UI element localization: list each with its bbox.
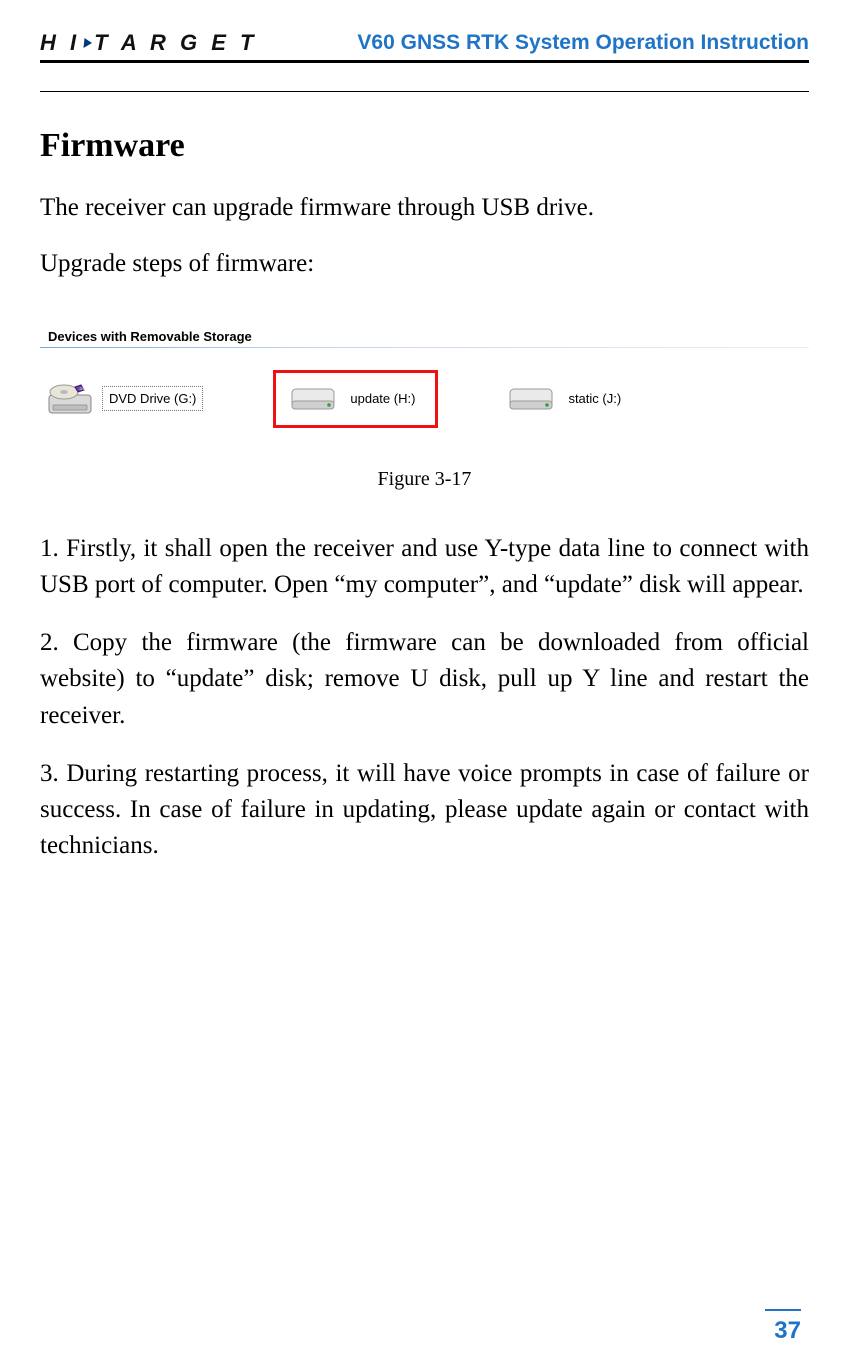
brand-logo: H I T A R G E T: [40, 30, 258, 56]
horizontal-rule: [40, 91, 809, 92]
device-update-drive: update (H:): [273, 370, 438, 428]
intro-paragraph-2: Upgrade steps of firmware:: [40, 247, 809, 281]
step-2: 2. Copy the firmware (the firmware can b…: [40, 625, 809, 734]
devices-group-header-text: Devices with Removable Storage: [48, 329, 252, 344]
logo-text-part2: T A R G E T: [94, 30, 257, 56]
dvd-drive-icon: DVD: [46, 379, 94, 419]
page-header: H I T A R G E T V60 GNSS RTK System Oper…: [40, 30, 809, 63]
step-3: 3. During restarting process, it will ha…: [40, 756, 809, 865]
step-1: 1. Firstly, it shall open the receiver a…: [40, 531, 809, 604]
figure-devices: Devices with Removable Storage DVD DVD D…: [40, 321, 809, 491]
devices-group-header: Devices with Removable Storage: [40, 321, 809, 348]
device-dvd-label: DVD Drive (G:): [102, 386, 203, 411]
document-title: V60 GNSS RTK System Operation Instructio…: [357, 31, 809, 55]
logo-text-part1: H I: [40, 30, 80, 56]
device-update-label: update (H:): [344, 387, 421, 410]
device-static-label: static (J:): [562, 387, 627, 410]
hard-drive-icon: [508, 383, 554, 415]
page-number: 37: [765, 1309, 801, 1345]
section-heading: Firmware: [40, 127, 809, 165]
logo-arrow-icon: [84, 38, 93, 48]
steps-list: 1. Firstly, it shall open the receiver a…: [40, 531, 809, 865]
devices-row: DVD DVD Drive (G:) update (H:): [40, 348, 809, 438]
device-static-drive: static (J:): [508, 383, 627, 415]
figure-caption: Figure 3-17: [40, 468, 809, 491]
device-dvd-drive: DVD DVD Drive (G:): [46, 379, 203, 419]
hard-drive-icon: [290, 383, 336, 415]
intro-paragraph-1: The receiver can upgrade firmware throug…: [40, 191, 809, 225]
svg-text:DVD: DVD: [80, 386, 89, 391]
